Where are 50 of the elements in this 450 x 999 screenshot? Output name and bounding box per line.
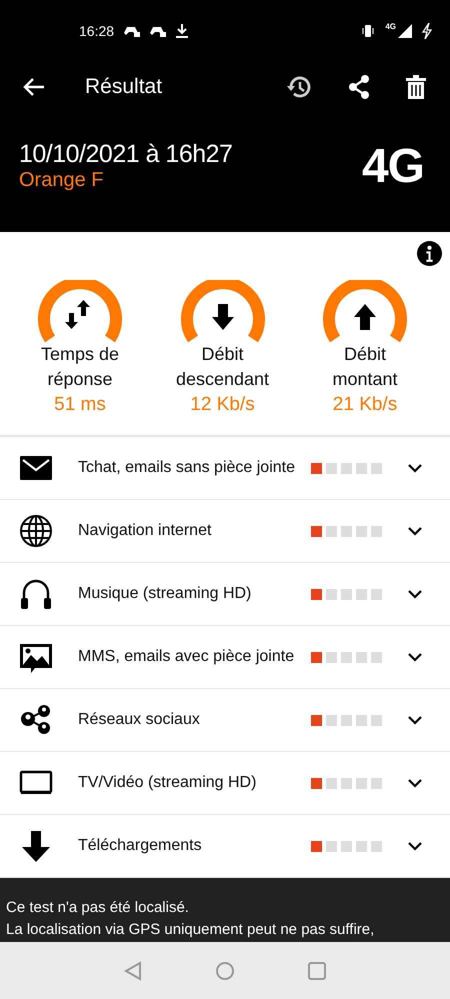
usage-label: MMS, emails avec pièce jointe (78, 648, 296, 666)
vibrate-icon (361, 24, 376, 38)
usage-label: TV/Vidéo (streaming HD) (78, 774, 258, 792)
usage-row[interactable]: Réseaux sociaux (0, 689, 450, 752)
usage-label: Réseaux sociaux (78, 711, 201, 729)
metric-value: 12 Kb/s (190, 393, 255, 417)
chevron-down-icon (408, 716, 422, 724)
chevron-down-icon (408, 842, 422, 850)
people-network-icon (19, 703, 53, 737)
metric-label: Débit descendant (174, 343, 270, 391)
gauge-with-up-arrow-icon (322, 280, 408, 342)
operator-name: Orange F (19, 169, 104, 192)
test-date: 10/10/2021 à 16h27 (19, 140, 232, 169)
usage-label: Musique (streaming HD) (78, 585, 252, 603)
usage-row[interactable]: TV/Vidéo (streaming HD) (0, 752, 450, 815)
usage-row[interactable]: Navigation internet (0, 500, 450, 563)
screen-title: Résultat (85, 75, 164, 99)
download-icon (176, 24, 188, 38)
usage-label: Tchat, emails sans pièce jointe (78, 459, 296, 477)
metric-value: 21 Kb/s (332, 393, 398, 417)
status-time: 16:28 (79, 23, 114, 39)
chevron-down-icon (408, 652, 422, 662)
headphones-icon (19, 577, 53, 611)
metric-label: Temps de réponse (40, 343, 120, 391)
share-icon[interactable] (348, 75, 370, 99)
usage-row[interactable]: Musique (streaming HD) (0, 563, 450, 626)
battery-charging-icon (422, 23, 432, 39)
history-icon[interactable] (286, 75, 312, 99)
chevron-down-icon (408, 526, 422, 536)
network-technology: 4G (362, 138, 424, 194)
down-arrow-icon (19, 829, 53, 863)
network-type: 4G (385, 22, 396, 31)
gauge-with-arrows-icon (37, 280, 123, 342)
usage-row[interactable]: Tchat, emails sans pièce jointe (0, 437, 450, 500)
location-notice-text: Ce test n'a pas été localisé. (6, 898, 190, 918)
usage-label: Téléchargements (78, 837, 203, 855)
delete-icon[interactable] (406, 75, 426, 99)
back-arrow-icon[interactable] (23, 77, 45, 97)
chevron-down-icon (408, 778, 422, 788)
info-icon[interactable] (417, 241, 442, 266)
metric-value: 51 ms (54, 393, 106, 417)
location-notice-text: La localisation via GPS uniquement peut ne pas suffire, (6, 920, 376, 940)
chevron-down-icon (408, 464, 422, 472)
chevron-down-icon (408, 590, 422, 598)
globe-icon (19, 514, 53, 548)
usage-label: Navigation internet (78, 522, 212, 540)
metric-label: Débit montant (331, 343, 399, 391)
gauge-with-down-arrow-icon (180, 280, 266, 342)
signal-icon (398, 24, 412, 38)
usage-row[interactable]: MMS, emails avec pièce jointe (0, 626, 450, 689)
